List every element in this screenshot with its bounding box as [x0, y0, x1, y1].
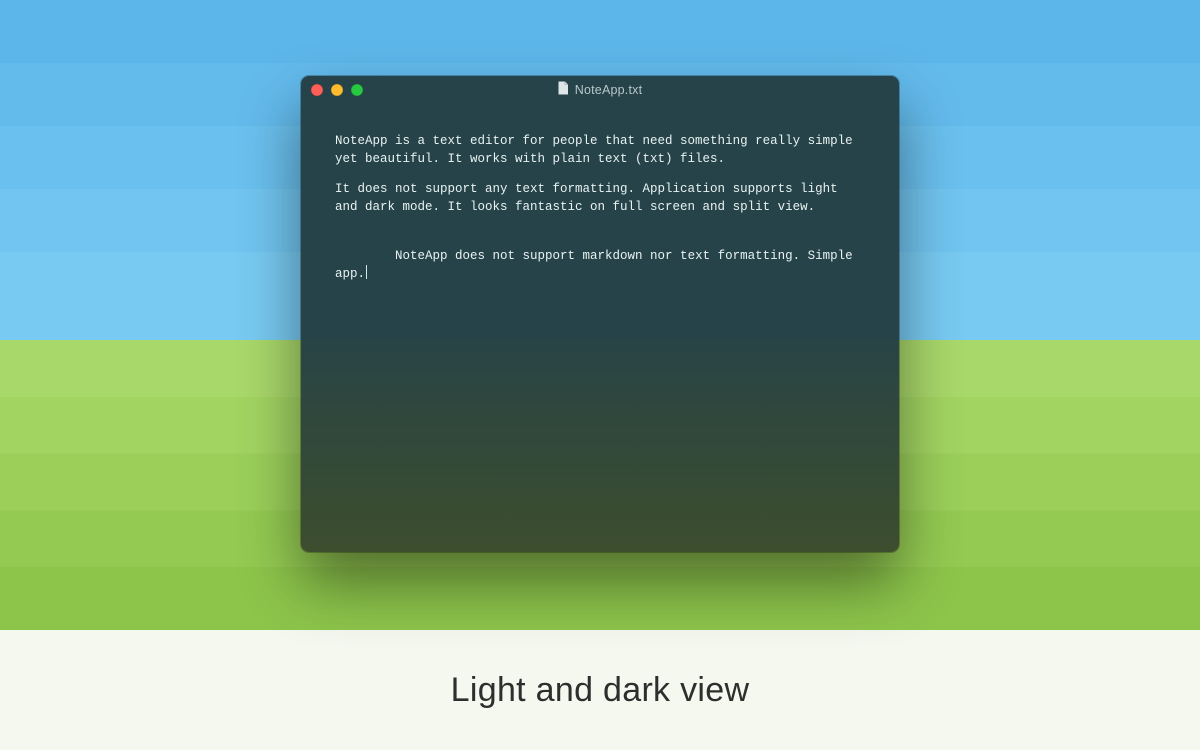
paragraph-text[interactable]: NoteApp does not support markdown nor te… [335, 249, 860, 281]
text-cursor [366, 265, 367, 279]
caption-bar: Light and dark view [0, 630, 1200, 750]
document-icon [558, 81, 569, 100]
traffic-lights [311, 84, 363, 96]
close-button[interactable] [311, 84, 323, 96]
filename-label: NoteApp.txt [575, 83, 643, 97]
paragraph[interactable]: NoteApp does not support markdown nor te… [335, 229, 865, 302]
caption-text: Light and dark view [451, 671, 750, 710]
paragraph[interactable]: NoteApp is a text editor for people that… [335, 132, 865, 168]
zoom-button[interactable] [351, 84, 363, 96]
titlebar[interactable]: NoteApp.txt [301, 76, 899, 104]
editor-window: NoteApp.txt NoteApp is a text editor for… [301, 76, 899, 552]
minimize-button[interactable] [331, 84, 343, 96]
text-editor[interactable]: NoteApp is a text editor for people that… [301, 104, 899, 301]
wallpaper: NoteApp.txt NoteApp is a text editor for… [0, 0, 1200, 630]
paragraph[interactable]: It does not support any text formatting.… [335, 180, 865, 216]
window-title: NoteApp.txt [301, 81, 899, 100]
